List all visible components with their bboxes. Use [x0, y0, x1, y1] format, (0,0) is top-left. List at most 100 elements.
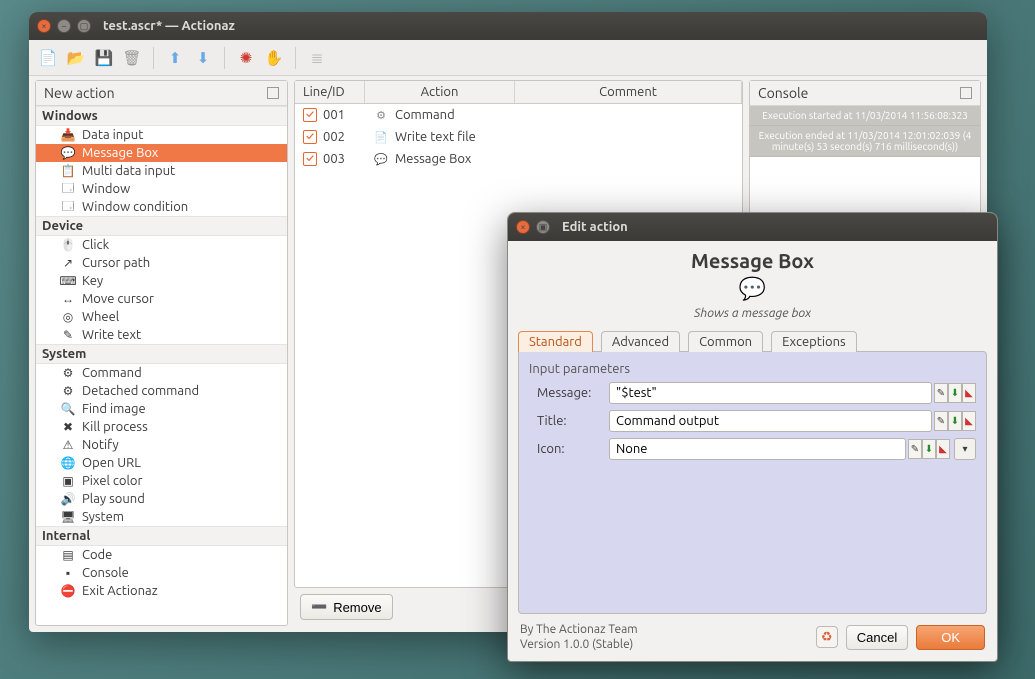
tree-item[interactable]: 🗔Window condition — [36, 198, 287, 216]
new-action-title: New action — [44, 85, 115, 101]
tree-item[interactable]: ▣Pixel color — [36, 472, 287, 490]
tree-item[interactable]: ⚙Command — [36, 364, 287, 382]
tree-item[interactable]: ⚙Detached command — [36, 382, 287, 400]
tree-item[interactable]: 📋Multi data input — [36, 162, 287, 180]
new-action-header: New action — [36, 81, 287, 106]
tree-item[interactable]: ⌨Key — [36, 272, 287, 290]
row-action-label: Write text file — [395, 130, 476, 144]
tree-item-label: Command — [82, 366, 142, 380]
tree-item[interactable]: ↔Move cursor — [36, 290, 287, 308]
tree-group[interactable]: Internal — [36, 526, 287, 546]
icon-dropdown-button[interactable]: ▾ — [954, 438, 976, 460]
label-title: Title: — [529, 414, 609, 428]
save-icon[interactable]: 💾 — [95, 49, 113, 67]
tree-item[interactable]: ↗Cursor path — [36, 254, 287, 272]
edit-icon[interactable]: ✎ — [908, 439, 922, 459]
edit-icon[interactable]: ✎ — [934, 383, 948, 403]
tree-item[interactable]: 🔊Play sound — [36, 490, 287, 508]
tree-item[interactable]: ✎Write text — [36, 326, 287, 344]
remove-button[interactable]: ➖ Remove — [300, 594, 393, 620]
console-detach-icon[interactable] — [960, 87, 972, 99]
row-checkbox[interactable]: ✓ — [303, 130, 317, 144]
tree-item[interactable]: ⚠ Notify — [36, 436, 287, 454]
input-message[interactable] — [609, 382, 932, 404]
window-maximize-button[interactable]: ▢ — [77, 19, 91, 33]
open-icon[interactable]: 📂 — [67, 49, 85, 67]
new-icon[interactable]: 📄 — [39, 49, 57, 67]
reset-button[interactable]: ♻ — [816, 626, 838, 648]
edit-icon[interactable]: ✎ — [934, 411, 948, 431]
stop-icon[interactable]: ✋ — [265, 49, 283, 67]
window-minimize-button[interactable]: – — [57, 19, 71, 33]
col-line-id[interactable]: Line/ID — [295, 81, 365, 103]
tree-item[interactable]: 🌐Open URL — [36, 454, 287, 472]
tree-item[interactable]: ✖ Kill process — [36, 418, 287, 436]
tab-standard[interactable]: Standard — [518, 331, 593, 352]
tree-item[interactable]: ▤Code — [36, 546, 287, 564]
credits-version: Version 1.0.0 (Stable) — [520, 637, 638, 653]
tree-group[interactable]: Device — [36, 216, 287, 236]
row-message: Message: ✎ ⬇ ◣ — [529, 382, 976, 404]
flag-icon[interactable]: ◣ — [936, 439, 950, 459]
window-close-button[interactable]: × — [37, 19, 51, 33]
flag-icon[interactable]: ◣ — [962, 383, 976, 403]
down-icon[interactable]: ⬇ — [194, 49, 212, 67]
row-comment — [515, 157, 742, 161]
tree-item-icon: ⛔ — [60, 584, 76, 598]
tree-item[interactable]: 🗔Window — [36, 180, 287, 198]
dialog-shade-button[interactable]: ▣ — [536, 220, 550, 234]
tree-item-icon: ◎ — [60, 310, 76, 324]
dialog-titlebar-title: Edit action — [562, 220, 628, 234]
tree-group[interactable]: Windows — [36, 106, 287, 126]
delete-icon[interactable]: 🗑 — [123, 49, 141, 67]
ok-button[interactable]: OK — [916, 625, 985, 650]
tree-item-icon: ⚠ — [60, 438, 76, 452]
col-comment[interactable]: Comment — [515, 81, 742, 103]
row-checkbox[interactable]: ✓ — [303, 108, 317, 122]
tree-item-label: Notify — [82, 438, 119, 452]
tree-item-icon: ✎ — [60, 328, 76, 342]
tree-item[interactable]: 🖥System — [36, 508, 287, 526]
col-action[interactable]: Action — [365, 81, 515, 103]
flag-icon[interactable]: ◣ — [962, 411, 976, 431]
up-icon[interactable]: ⬆ — [166, 49, 184, 67]
tree-item[interactable]: ⛔Exit Actionaz — [36, 582, 287, 600]
tree-item[interactable]: 📥Data input — [36, 126, 287, 144]
tree-item-icon: 📋 — [60, 164, 76, 178]
cancel-button[interactable]: Cancel — [846, 625, 908, 650]
dialog-body: Input parameters Message: ✎ ⬇ ◣ Title: ✎… — [518, 351, 987, 614]
panel-detach-icon[interactable] — [267, 87, 279, 99]
tree-item-label: Move cursor — [82, 292, 154, 306]
tree-item[interactable]: ◎Wheel — [36, 308, 287, 326]
var-insert-icon[interactable]: ⬇ — [922, 439, 936, 459]
ok-label: OK — [941, 630, 960, 645]
tree-item-icon: ⚙ — [60, 384, 76, 398]
table-row[interactable]: ✓002📄Write text file — [295, 126, 742, 148]
tree-item[interactable]: 🖱️Click — [36, 236, 287, 254]
tab-advanced[interactable]: Advanced — [601, 331, 680, 352]
tree-item-icon: 🖥 — [60, 510, 76, 524]
input-icon[interactable] — [609, 438, 906, 460]
table-row[interactable]: ✓001⚙Command — [295, 104, 742, 126]
tree-item-label: Window — [82, 182, 130, 196]
table-row[interactable]: ✓003💬Message Box — [295, 148, 742, 170]
var-insert-icon[interactable]: ⬇ — [948, 411, 962, 431]
dialog-close-button[interactable]: × — [516, 220, 530, 234]
credits: By The Actionaz Team Version 1.0.0 (Stab… — [520, 622, 638, 653]
tree-item[interactable]: 🔍Find image — [36, 400, 287, 418]
run-icon[interactable]: ✺ — [237, 49, 255, 67]
tab-exceptions[interactable]: Exceptions — [771, 331, 857, 352]
input-title[interactable] — [609, 410, 932, 432]
var-insert-icon[interactable]: ⬇ — [948, 383, 962, 403]
row-checkbox[interactable]: ✓ — [303, 152, 317, 166]
message-box-icon: 💬 — [508, 276, 997, 302]
list-icon[interactable]: ≣ — [308, 49, 326, 67]
tree-item[interactable]: 💬Message Box — [36, 144, 287, 162]
cancel-label: Cancel — [857, 630, 897, 645]
tree-item-icon: ✖ — [60, 420, 76, 434]
tab-common[interactable]: Common — [688, 331, 763, 352]
tree-group[interactable]: System — [36, 344, 287, 364]
window-title: test.ascr* — Actionaz — [103, 19, 235, 33]
tree-item-label: Kill process — [82, 420, 148, 434]
tree-item[interactable]: ▪Console — [36, 564, 287, 582]
